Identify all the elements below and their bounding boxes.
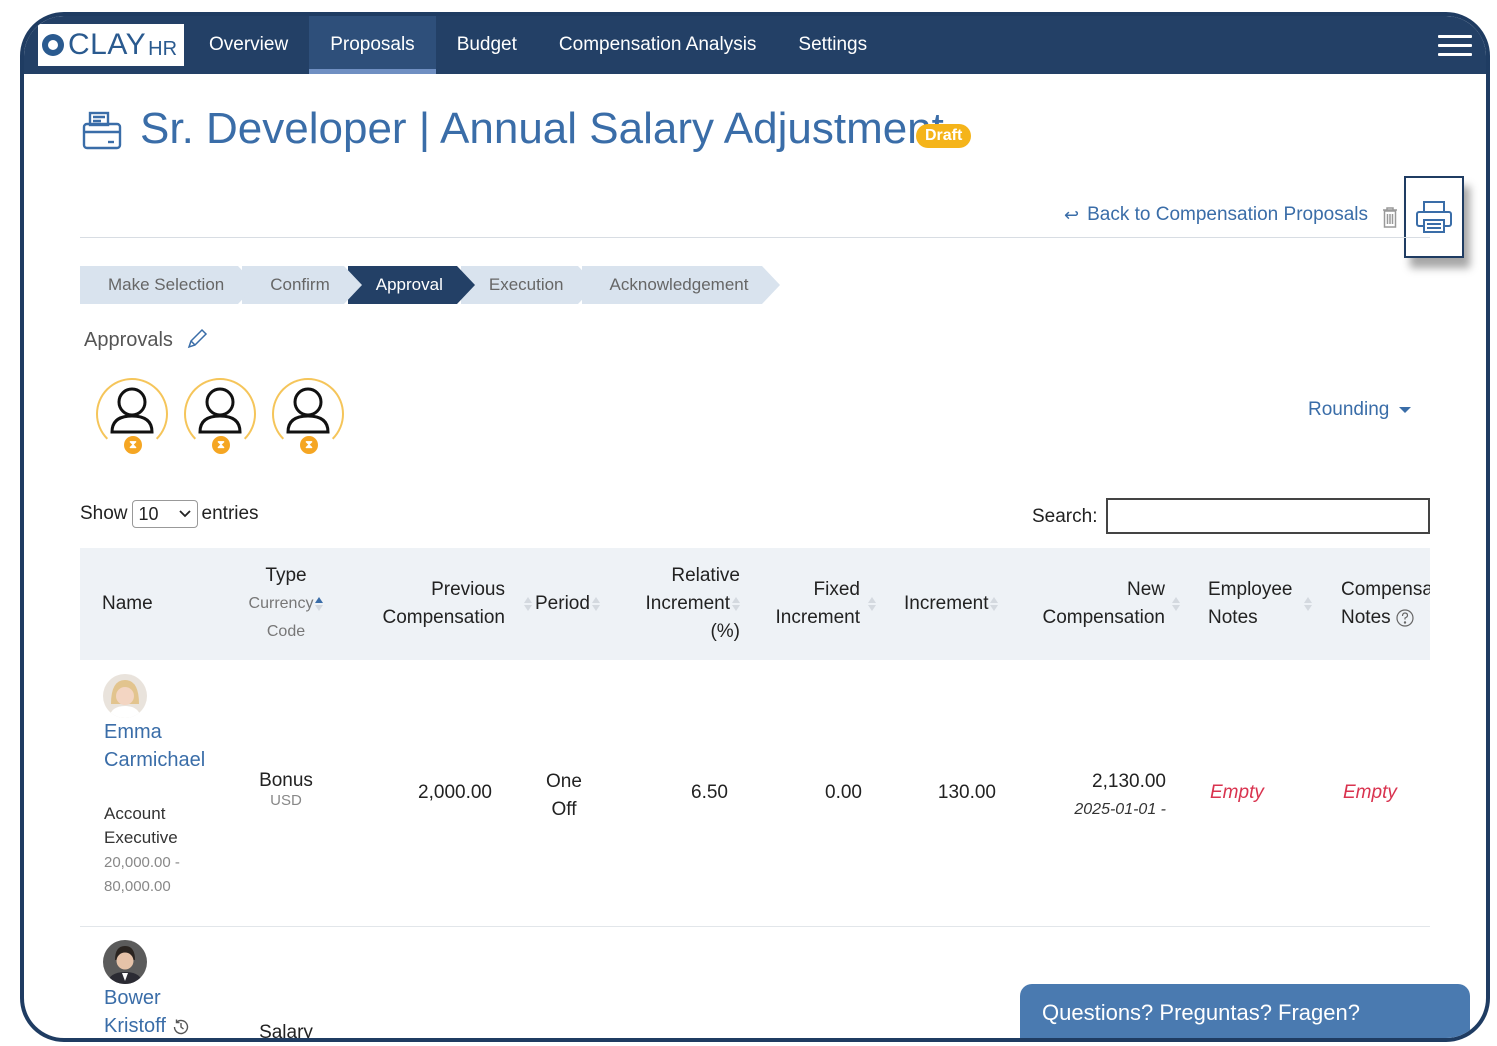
step-confirm[interactable]: Confirm — [242, 266, 362, 304]
pending-status-icon: ⧗ — [298, 434, 320, 456]
sort-icon — [990, 596, 999, 612]
nav-budget[interactable]: Budget — [436, 16, 538, 74]
show-label: Show — [80, 503, 128, 524]
row-divider — [80, 926, 1430, 927]
employee-name-link[interactable]: Bower Kristoff — [104, 984, 191, 1038]
back-arrow-icon: ↩ — [1064, 204, 1080, 225]
compensation-notes-value[interactable]: Empty — [1343, 782, 1397, 804]
back-to-proposals-link[interactable]: ↩ Back to Compensation Proposals — [1064, 204, 1368, 226]
sort-icon — [1172, 596, 1180, 612]
hamburger-menu-icon[interactable] — [1438, 35, 1472, 57]
top-navbar: CLAY HR Overview Proposals Budget Compen… — [24, 16, 1486, 74]
increment-value: 130.00 — [937, 782, 996, 803]
pending-status-icon: ⧗ — [210, 434, 232, 456]
search-input[interactable] — [1106, 498, 1430, 534]
approver-avatar[interactable]: ⧗ — [272, 378, 344, 458]
rounding-label: Rounding — [1308, 399, 1390, 420]
rounding-dropdown[interactable]: Rounding — [1308, 399, 1412, 421]
sort-icon — [732, 596, 740, 612]
history-icon[interactable] — [171, 1017, 191, 1037]
divider — [80, 237, 1430, 238]
col-compensation-notes[interactable]: Compensa Notes — [1341, 576, 1430, 632]
col-type[interactable]: Type Currency Code — [246, 562, 326, 646]
step-execution[interactable]: Execution — [460, 266, 596, 304]
compensation-type: Salary — [259, 1022, 313, 1042]
col-previous-compensation[interactable]: Previous Compensation — [365, 576, 505, 632]
caret-down-icon — [1399, 406, 1412, 413]
entries-value: 10 — [138, 503, 159, 524]
approvals-label: Approvals — [84, 329, 173, 351]
logo-text: CLAY — [68, 28, 147, 61]
compensation-type: Bonus USD — [259, 770, 313, 809]
col-name[interactable]: Name — [102, 590, 153, 618]
help-circle-icon[interactable] — [1396, 609, 1414, 627]
employee-avatar — [103, 674, 147, 718]
edit-pencil-icon[interactable] — [186, 328, 208, 350]
back-link-label: Back to Compensation Proposals — [1087, 204, 1369, 225]
relative-increment-value: 6.50 — [691, 782, 728, 803]
logo-subtext: HR — [148, 37, 178, 60]
approver-avatar[interactable]: ⧗ — [96, 378, 168, 458]
period-value: One Off — [546, 771, 582, 820]
col-fixed-increment[interactable]: Fixed Increment — [765, 576, 860, 632]
pending-status-icon: ⧗ — [122, 434, 144, 456]
col-employee-notes[interactable]: Employee Notes — [1208, 576, 1293, 632]
approver-avatar[interactable]: ⧗ — [184, 378, 256, 458]
sort-icon — [591, 596, 600, 612]
workflow-steps: Make Selection Confirm Approval Executio… — [80, 266, 781, 304]
previous-compensation-value: 2,000.00 — [418, 782, 492, 803]
table-header: Name Type Currency Code Previous Compens… — [80, 548, 1430, 660]
chevron-down-icon — [178, 510, 191, 518]
sort-icon — [524, 596, 532, 612]
help-chat-button[interactable]: Questions? Preguntas? Fragen? — [1020, 984, 1470, 1038]
col-increment[interactable]: Increment — [904, 590, 999, 618]
employee-name-link[interactable]: Emma Carmichael — [104, 718, 205, 774]
status-badge: Draft — [916, 124, 972, 148]
salary-range: 20,000.00 - 80,000.00 — [104, 854, 180, 895]
trash-icon[interactable] — [1382, 206, 1398, 228]
col-new-compensation[interactable]: New Compensation — [1035, 576, 1165, 632]
app-window: CLAY HR Overview Proposals Budget Compen… — [20, 12, 1490, 1042]
step-approval[interactable]: Approval — [347, 266, 475, 304]
search-label: Search: — [1032, 506, 1098, 527]
employee-avatar — [103, 940, 147, 984]
print-button[interactable] — [1404, 176, 1464, 258]
printer-icon — [1416, 201, 1452, 233]
step-acknowledgement[interactable]: Acknowledgement — [581, 266, 781, 304]
main-nav: Overview Proposals Budget Compensation A… — [188, 16, 888, 74]
logo-mark-icon — [42, 34, 64, 56]
sort-icon — [868, 596, 876, 612]
effective-date: 2025-01-01 - — [1074, 801, 1166, 818]
fixed-increment-value: 0.00 — [825, 782, 862, 803]
entries-select[interactable]: 10 — [131, 500, 198, 528]
step-make-selection[interactable]: Make Selection — [80, 266, 257, 304]
employee-notes-value[interactable]: Empty — [1210, 782, 1264, 804]
nav-overview[interactable]: Overview — [188, 16, 309, 74]
nav-proposals[interactable]: Proposals — [309, 16, 436, 74]
nav-settings[interactable]: Settings — [777, 16, 888, 74]
col-relative-increment[interactable]: Relative Increment (%) — [630, 562, 740, 646]
col-period[interactable]: Period — [535, 590, 600, 618]
new-compensation-value: 2,130.00 2025-01-01 - — [1024, 768, 1166, 824]
proposal-document-icon — [80, 110, 124, 152]
nav-compensation-analysis[interactable]: Compensation Analysis — [538, 16, 778, 74]
show-entries-control: Show 10 entries — [80, 500, 259, 528]
sort-icon — [1304, 596, 1312, 612]
sort-asc-icon — [315, 596, 324, 612]
clayhr-logo[interactable]: CLAY HR — [38, 24, 184, 66]
employee-job-title: Account Executive — [104, 804, 178, 847]
page-title: Sr. Developer | Annual Salary Adjustment — [140, 104, 944, 153]
entries-label: entries — [201, 503, 259, 524]
